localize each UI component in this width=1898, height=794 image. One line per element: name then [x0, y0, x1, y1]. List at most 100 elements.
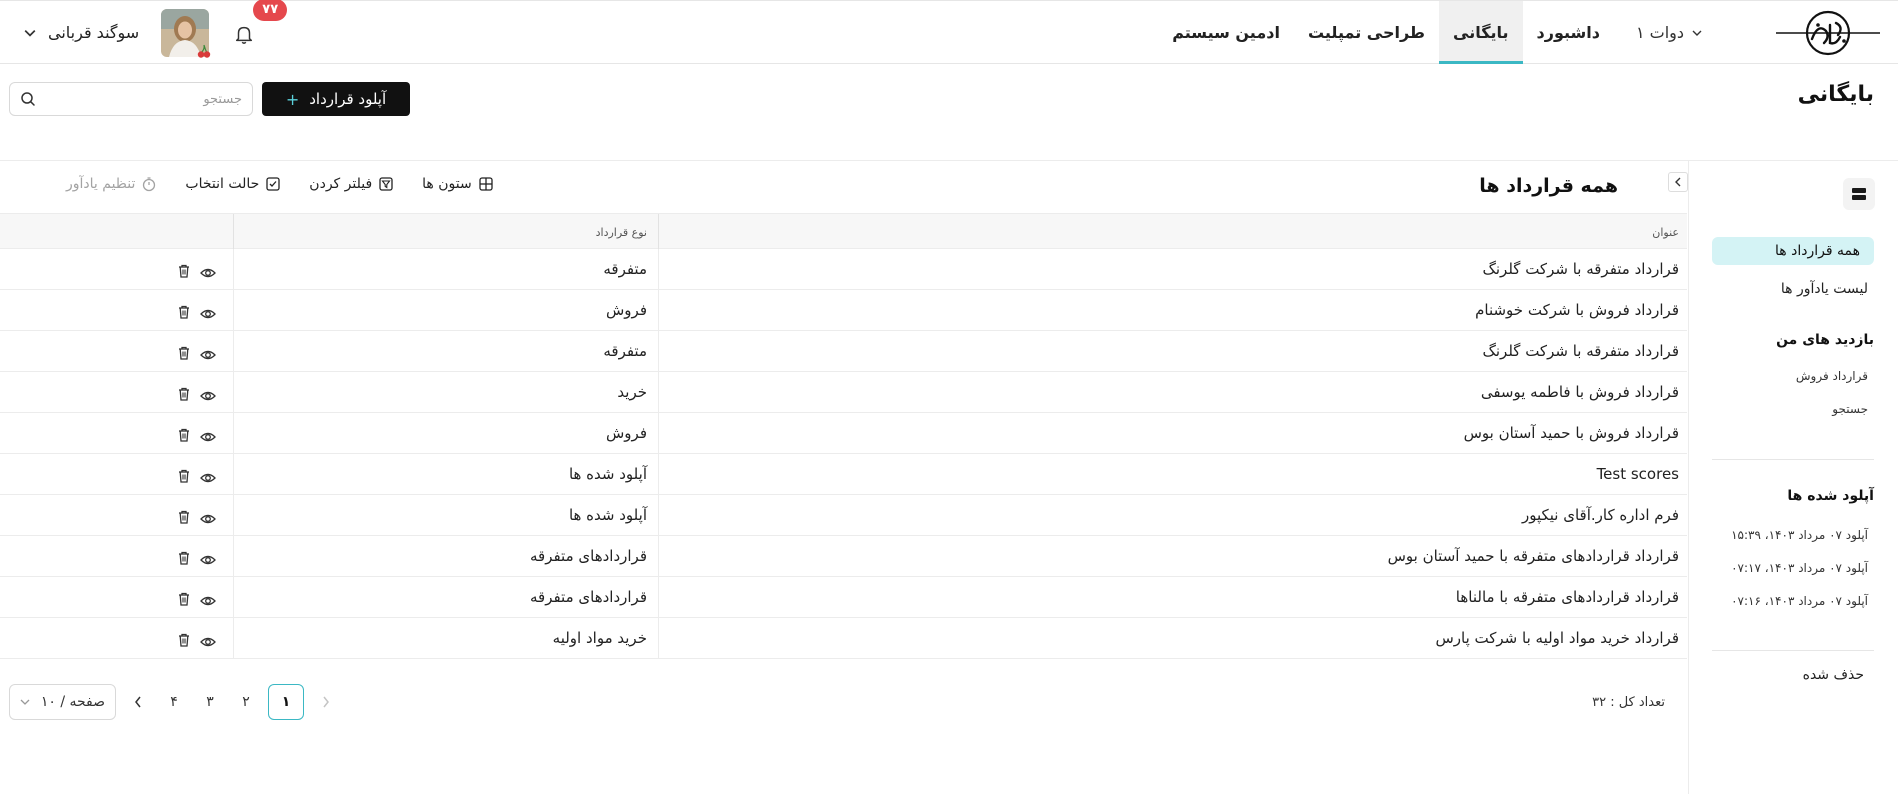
columns-button[interactable]: ستون ها — [422, 176, 494, 192]
row-title[interactable]: فرم اداره کار.آقای نیکپور — [1522, 506, 1679, 524]
trash-icon[interactable] — [176, 304, 192, 320]
sidebar-collapse-button[interactable] — [1843, 178, 1875, 210]
columns-label: ستون ها — [422, 176, 472, 192]
eye-icon[interactable] — [200, 429, 216, 445]
row-type: فروش — [605, 301, 647, 319]
page-2-button[interactable]: ۲ — [232, 684, 260, 720]
column-header-type[interactable]: نوع قرارداد — [596, 226, 647, 239]
row-type: خرید — [617, 383, 647, 401]
chevron-left-icon — [135, 696, 141, 708]
notifications[interactable]: ۷۷ — [233, 0, 288, 45]
sidebar-divider — [1712, 650, 1874, 651]
drawer-icon — [1852, 188, 1866, 200]
eye-icon[interactable] — [200, 265, 216, 281]
row-title[interactable]: قرارداد قراردادهای متفرقه با مالناها — [1456, 588, 1679, 606]
nav-dashboard[interactable]: داشبورد — [1523, 1, 1614, 64]
table-row[interactable]: قرارداد قراردادهای متفرقه با مالناها قرا… — [0, 577, 1687, 618]
row-title[interactable]: قرارداد فروش با شرکت خوشنام — [1475, 301, 1679, 319]
trash-icon[interactable] — [176, 632, 192, 648]
eye-icon[interactable] — [200, 388, 216, 404]
row-title[interactable]: قرارداد فروش با حمید آستان بوس — [1464, 424, 1679, 442]
eye-icon[interactable] — [200, 306, 216, 322]
sidebar-visit-item[interactable]: جستجو — [1832, 402, 1868, 416]
upload-contract-button[interactable]: + آپلود قرارداد — [262, 82, 410, 116]
column-divider — [233, 290, 234, 330]
prev-page-button[interactable] — [312, 684, 340, 720]
main-nav: دوات ۱ داشبورد بایگانی طراحی تمپلیت ادمی… — [1158, 1, 1708, 64]
column-header-title[interactable]: عنوان — [1652, 226, 1679, 239]
search-icon[interactable] — [20, 91, 36, 107]
trash-icon[interactable] — [176, 468, 192, 484]
sidebar-upload-item[interactable]: آپلود ۰۷ مرداد ۱۴۰۳، ۱۵:۳۹ — [1731, 528, 1868, 542]
table-row[interactable]: قرارداد فروش با فاطمه یوسفی خرید — [0, 372, 1687, 413]
column-divider — [233, 454, 234, 494]
sidebar-upload-item[interactable]: آپلود ۰۷ مرداد ۱۴۰۳، ۰۷:۱۷ — [1731, 561, 1868, 575]
table-row[interactable]: Test scores آپلود شده ها — [0, 454, 1687, 495]
row-title[interactable]: قرارداد متفرقه با شرکت گلرنگ — [1482, 260, 1679, 278]
upload-contract-label: آپلود قرارداد — [309, 90, 387, 108]
eye-icon[interactable] — [200, 511, 216, 527]
trash-icon[interactable] — [176, 427, 192, 443]
user-menu-chevron-down-icon[interactable] — [24, 27, 36, 39]
next-page-button[interactable] — [124, 684, 152, 720]
nav-template-design[interactable]: طراحی تمپلیت — [1294, 1, 1439, 64]
trash-icon[interactable] — [176, 550, 192, 566]
table-row[interactable]: قرارداد متفرقه با شرکت گلرنگ متفرقه — [0, 331, 1687, 372]
table-toolbar: تنظیم یادآور حالت انتخاب فیلتر کردن ستون… — [66, 176, 494, 192]
page-1-button[interactable]: ۱ — [268, 684, 304, 720]
bell-icon — [236, 26, 253, 44]
search-input[interactable] — [36, 91, 242, 107]
chevron-down-icon — [20, 699, 30, 705]
table-row[interactable]: قرارداد خرید مواد اولیه با شرکت پارس خری… — [0, 618, 1687, 659]
nav-workspace-label: دوات ۱ — [1635, 23, 1684, 42]
set-reminder-button[interactable]: تنظیم یادآور — [66, 176, 157, 192]
user-name[interactable]: سوگند قربانی — [48, 23, 139, 42]
panel-toggle-button[interactable] — [1668, 172, 1688, 192]
top-navbar: دوات ۱ داشبورد بایگانی طراحی تمپلیت ادمی… — [0, 0, 1898, 64]
row-actions — [176, 548, 216, 568]
sidebar-item-deleted[interactable]: حذف شده — [1803, 667, 1864, 683]
nav-workspace-select[interactable]: دوات ۱ — [1614, 1, 1708, 64]
select-mode-button[interactable]: حالت انتخاب — [185, 176, 281, 192]
trash-icon[interactable] — [176, 345, 192, 361]
header-divider — [0, 160, 1898, 161]
sidebar-visit-item[interactable]: قرارداد فروش — [1796, 369, 1868, 383]
row-actions — [176, 630, 216, 650]
table-row[interactable]: قرارداد فروش با شرکت خوشنام فروش — [0, 290, 1687, 331]
trash-icon[interactable] — [176, 509, 192, 525]
trash-icon[interactable] — [176, 591, 192, 607]
eye-icon[interactable] — [200, 634, 216, 650]
table-row[interactable]: فرم اداره کار.آقای نیکپور آپلود شده ها — [0, 495, 1687, 536]
row-title[interactable]: قرارداد خرید مواد اولیه با شرکت پارس — [1435, 629, 1679, 647]
row-title[interactable]: قرارداد متفرقه با شرکت گلرنگ — [1482, 342, 1679, 360]
trash-icon[interactable] — [176, 263, 192, 279]
page-size-select[interactable]: ۱۰ / صفحه — [9, 684, 116, 720]
column-divider — [658, 249, 659, 289]
table-row[interactable]: قرارداد فروش با حمید آستان بوس فروش — [0, 413, 1687, 454]
row-title[interactable]: قرارداد قراردادهای متفرقه با حمید آستان … — [1388, 547, 1679, 565]
columns-icon — [479, 177, 493, 191]
sidebar-upload-item[interactable]: آپلود ۰۷ مرداد ۱۴۰۳، ۰۷:۱۶ — [1731, 594, 1868, 608]
eye-icon[interactable] — [200, 470, 216, 486]
eye-icon[interactable] — [200, 593, 216, 609]
filter-button[interactable]: فیلتر کردن — [309, 176, 394, 192]
row-title[interactable]: Test scores — [1597, 465, 1679, 483]
trash-icon[interactable] — [176, 386, 192, 402]
checkbox-icon — [266, 177, 280, 191]
app-logo[interactable] — [1774, 9, 1882, 57]
table-row[interactable]: قرارداد قراردادهای متفرقه با حمید آستان … — [0, 536, 1687, 577]
nav-archive[interactable]: بایگانی — [1439, 1, 1523, 64]
chevron-down-icon — [1692, 30, 1702, 36]
sidebar-item-all-contracts[interactable]: همه قرارداد ها — [1712, 237, 1874, 265]
search-box — [9, 82, 253, 116]
sidebar-item-reminders[interactable]: لیست یادآور ها — [1781, 281, 1868, 297]
eye-icon[interactable] — [200, 552, 216, 568]
page-3-button[interactable]: ۳ — [196, 684, 224, 720]
page-4-button[interactable]: ۴ — [160, 684, 188, 720]
total-count: تعداد کل : ۳۲ — [1592, 695, 1665, 710]
row-title[interactable]: قرارداد فروش با فاطمه یوسفی — [1481, 383, 1679, 401]
table-row[interactable]: قرارداد متفرقه با شرکت گلرنگ متفرقه — [0, 249, 1687, 290]
row-actions — [176, 261, 216, 281]
nav-system-admin[interactable]: ادمین سیستم — [1158, 1, 1294, 64]
eye-icon[interactable] — [200, 347, 216, 363]
